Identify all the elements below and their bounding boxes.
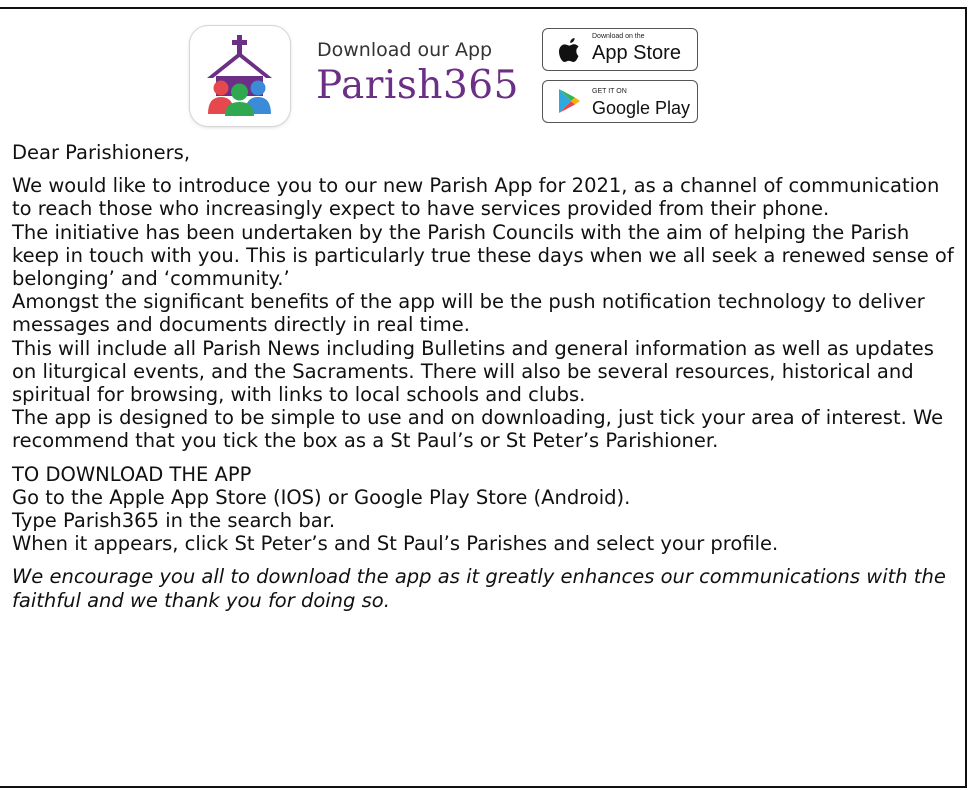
- instruction-step: When it appears, click St Peter’s and St…: [12, 532, 779, 556]
- instruction-step: Go to the Apple App Store (IOS) or Googl…: [12, 485, 631, 509]
- app-download-header: Download our App Parish365 Download on t…: [190, 26, 710, 126]
- paragraph: This will include all Parish News includ…: [12, 336, 934, 407]
- paragraph: Amongst the significant benefits of the …: [12, 290, 925, 337]
- app-store-text: App Store: [592, 42, 681, 64]
- instruction-step: Type Parish365 in the search bar.: [12, 509, 336, 533]
- download-our-app-label: Download our App: [317, 39, 493, 61]
- google-play-icon: [557, 88, 581, 118]
- instructions-heading: TO DOWNLOAD THE APP: [12, 462, 252, 486]
- apple-logo-icon: [557, 36, 583, 68]
- google-play-text: Google Play: [592, 98, 691, 118]
- greeting: Dear Parishioners,: [12, 141, 191, 164]
- app-store-small-text: Download on the: [592, 33, 645, 40]
- google-play-badge[interactable]: GET IT ON Google Play: [542, 80, 698, 123]
- google-play-small-text: GET IT ON: [592, 88, 627, 95]
- paragraph: The app is designed to be simple to use …: [12, 406, 944, 453]
- app-store-badge[interactable]: Download on the App Store: [542, 28, 698, 71]
- closing-note: We encourage you all to download the app…: [12, 565, 946, 612]
- parish365-app-icon[interactable]: [190, 26, 290, 126]
- letter-body: Dear Parishioners, We would like to intr…: [12, 141, 957, 612]
- paragraph: We would like to introduce you to our ne…: [12, 174, 940, 221]
- paragraph: The initiative has been undertaken by th…: [12, 220, 954, 291]
- parish365-brand: Parish365: [316, 63, 519, 108]
